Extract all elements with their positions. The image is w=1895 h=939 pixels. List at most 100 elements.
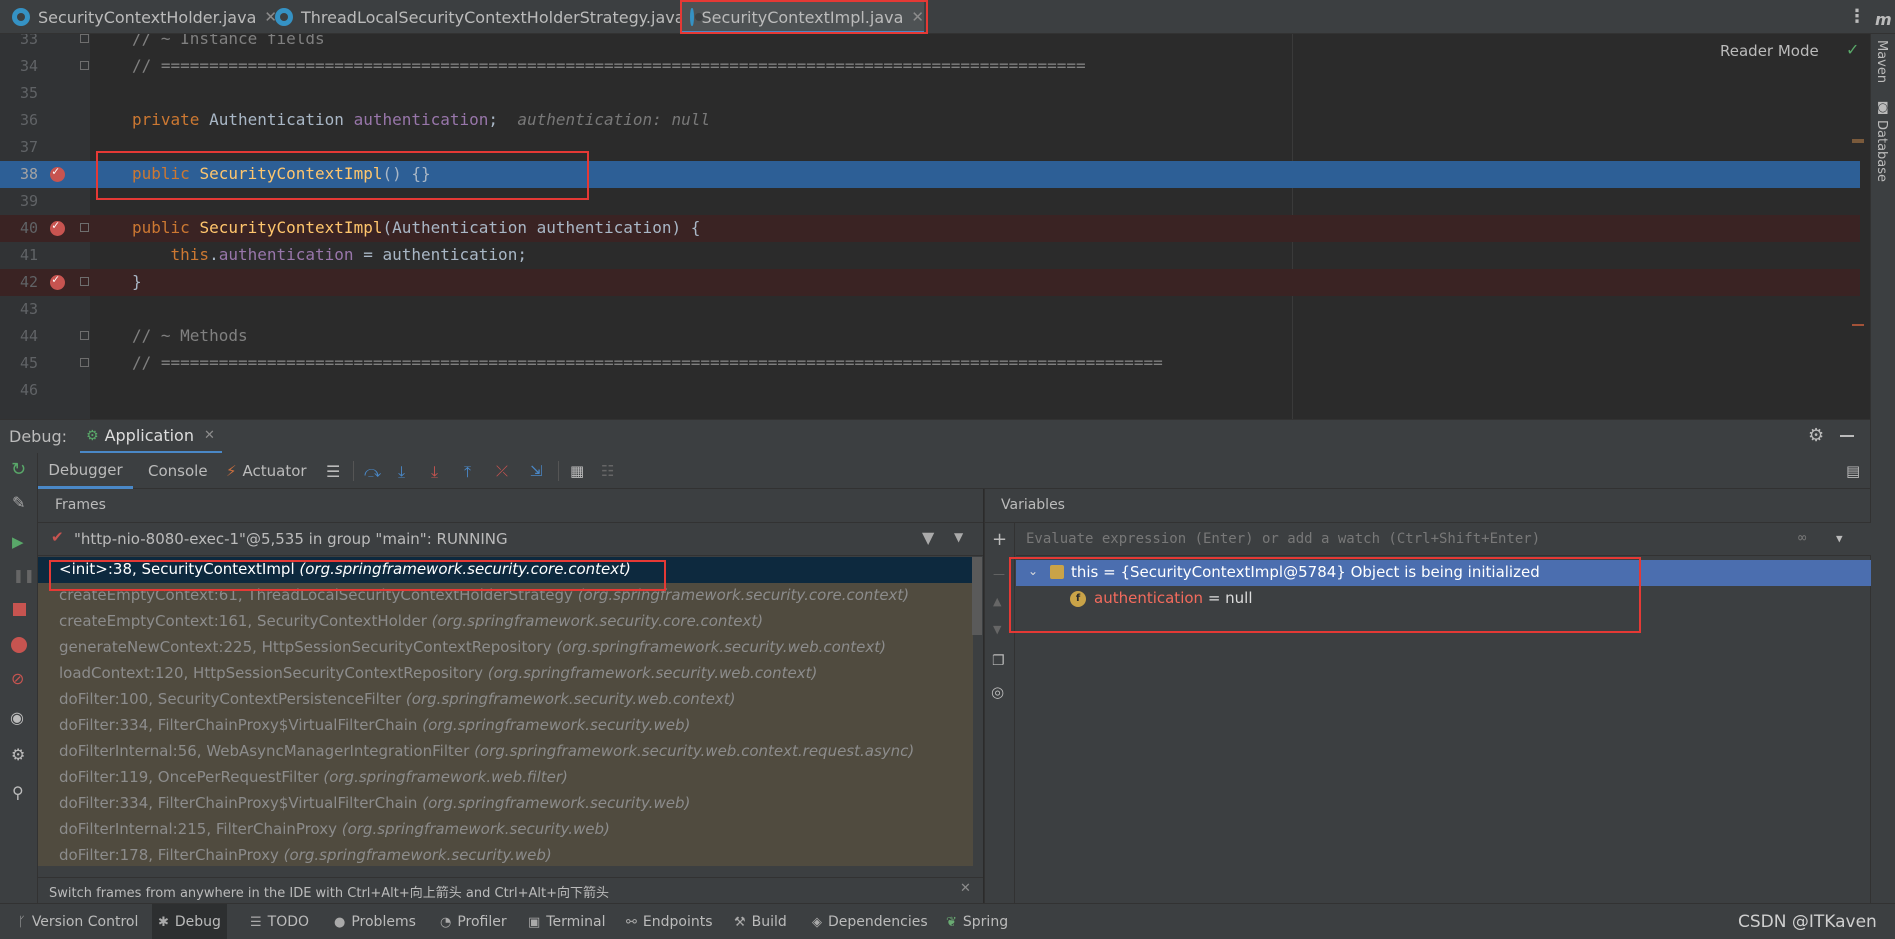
tab-label: SecurityContextHolder.java (38, 7, 257, 27)
watch-eye-icon[interactable]: ◎ (991, 683, 1004, 701)
frame-package: (org.springframework.security.web) (422, 716, 691, 734)
view-breakpoints-icon[interactable] (11, 637, 27, 653)
settings-gear-icon[interactable]: ⚙ (1808, 425, 1824, 446)
chevron-down-icon[interactable]: ▼ (1836, 532, 1843, 545)
inspection-ok-icon[interactable]: ✓ (1846, 40, 1859, 59)
breakpoint-icon[interactable] (50, 218, 65, 236)
modify-config-icon[interactable]: ✎ (12, 493, 25, 512)
tab-debugger[interactable]: Debugger (38, 453, 133, 489)
frame-row[interactable]: doFilter:178, FilterChainProxy (org.spri… (38, 843, 973, 866)
pin-icon[interactable]: ⚲ (12, 783, 24, 802)
minimize-icon[interactable] (1840, 435, 1854, 437)
chevron-down-icon[interactable]: ▼ (954, 530, 963, 544)
line-number: 36 (19, 111, 38, 129)
dependencies-button[interactable]: ◈ Dependencies (812, 904, 928, 939)
camera-icon[interactable]: ◉ (10, 708, 24, 727)
breakpoint-line: 40 public SecurityContextImpl(Authentica… (0, 215, 1860, 242)
step-over-icon[interactable]: ⤼ (364, 462, 382, 481)
thread-status-icon: ✔ (51, 528, 64, 546)
debug-button[interactable]: ✱ Debug (152, 904, 227, 939)
pause-icon[interactable]: ❚❚ (13, 569, 35, 584)
branch-icon: ᚴ (18, 914, 26, 930)
fold-icon[interactable] (80, 34, 89, 43)
more-options-icon[interactable]: ⋮ (1848, 6, 1866, 27)
infinity-icon[interactable]: ∞ (1798, 530, 1806, 546)
move-up-icon[interactable]: ▲ (993, 595, 1001, 608)
frame-row[interactable]: doFilter:334, FilterChainProxy$VirtualFi… (38, 713, 973, 739)
tab-actuator[interactable]: ⚡ Actuator (226, 453, 307, 489)
drop-frame-icon[interactable]: ⤫ (496, 462, 514, 480)
run-to-cursor-icon[interactable]: ⇲ (530, 462, 548, 480)
code-line: 34 // ==================================… (0, 53, 1860, 80)
restore-layout-icon[interactable]: ▤ (1846, 462, 1864, 480)
spring-button[interactable]: ❦ Spring (946, 904, 1008, 939)
reader-mode-toggle[interactable]: Reader Mode (1720, 42, 1819, 60)
copy-icon[interactable]: ❐ (992, 653, 1005, 669)
todo-button[interactable]: ☰ TODO (250, 904, 309, 939)
tab-security-context-holder[interactable]: SecurityContextHolder.java ✕ (2, 0, 277, 34)
breakpoint-line: 42 } (0, 269, 1860, 296)
version-control-button[interactable]: ᚴ Version Control (18, 904, 138, 939)
button-label: Terminal (546, 914, 606, 930)
database-tool-button[interactable]: Database (1874, 120, 1889, 182)
frame-row[interactable]: doFilter:100, SecurityContextPersistence… (38, 687, 973, 713)
build-button[interactable]: ⚒ Build (734, 904, 787, 939)
frame-row[interactable]: loadContext:120, HttpSessionSecurityCont… (38, 661, 973, 687)
move-down-icon[interactable]: ▼ (993, 623, 1001, 636)
frame-row[interactable]: doFilter:119, OncePerRequestFilter (org.… (38, 765, 973, 791)
frames-panel: Frames ✔ "http-nio-8080-exec-1"@5,535 in… (38, 489, 983, 903)
minus-icon[interactable]: — (993, 567, 1005, 581)
code-keyword: this (170, 245, 210, 264)
thread-selector[interactable]: ✔ "http-nio-8080-exec-1"@5,535 in group … (38, 523, 983, 556)
frame-row[interactable]: doFilterInternal:56, WebAsyncManagerInte… (38, 739, 973, 765)
tab-threadlocal-strategy[interactable]: ThreadLocalSecurityContextHolderStrategy… (265, 0, 705, 34)
endpoints-button[interactable]: ⚯ Endpoints (626, 904, 713, 939)
frames-scrollbar[interactable] (972, 557, 982, 635)
rerun-icon[interactable]: ↻ (11, 459, 26, 480)
code-editor[interactable]: 33 // ~ Instance fields 34 // ==========… (0, 34, 1870, 419)
stop-icon[interactable] (13, 603, 26, 616)
line-number: 38 (19, 165, 38, 183)
resume-icon[interactable]: ▶ (12, 533, 24, 551)
fold-icon[interactable] (80, 223, 89, 232)
evaluate-expression-input[interactable]: Evaluate expression (Enter) or add a wat… (1016, 523, 1871, 556)
breakpoint-icon[interactable] (50, 164, 65, 182)
tab-debug-application[interactable]: ⚙ Application ✕ (80, 420, 222, 454)
line-number: 43 (19, 300, 38, 318)
force-step-into-icon[interactable]: ⤓ (431, 462, 449, 481)
evaluate-expression-icon[interactable]: ▦ (570, 462, 588, 480)
maven-tool-button[interactable]: Maven (1874, 40, 1889, 83)
breakpoint-icon[interactable] (50, 272, 65, 290)
fold-icon[interactable] (80, 61, 89, 70)
highlight-box (49, 560, 666, 591)
mute-breakpoints-icon[interactable]: ⊘ (11, 669, 24, 688)
tab-console[interactable]: Console (148, 453, 208, 489)
step-into-icon[interactable]: ⤓ (398, 462, 416, 481)
close-icon[interactable]: ✕ (204, 428, 215, 443)
tab-label: ThreadLocalSecurityContextHolderStrategy… (301, 7, 685, 27)
filter-icon[interactable]: ▼ (922, 528, 934, 547)
problems-button[interactable]: ● Problems (334, 904, 416, 939)
close-icon[interactable]: ✕ (960, 881, 971, 896)
frame-row[interactable]: doFilterInternal:215, FilterChainProxy (… (38, 817, 973, 843)
fold-icon[interactable] (80, 331, 89, 340)
fold-icon[interactable] (80, 277, 89, 286)
button-label: TODO (267, 914, 310, 930)
trace-stream-icon[interactable]: ☷ (601, 462, 619, 480)
debug-tool-header: Debug: ⚙ Application ✕ ⚙ (0, 419, 1870, 454)
frame-row[interactable]: generateNewContext:225, HttpSessionSecur… (38, 635, 973, 661)
code-text: ; (488, 110, 499, 129)
add-watch-icon[interactable]: + (992, 529, 1007, 550)
code-field: authentication (218, 245, 354, 264)
profiler-button[interactable]: ◔ Profiler (440, 904, 507, 939)
frame-row[interactable]: doFilter:334, FilterChainProxy$VirtualFi… (38, 791, 973, 817)
fold-icon[interactable] (80, 358, 89, 367)
frame-row[interactable]: createEmptyContext:161, SecurityContextH… (38, 609, 973, 635)
layout-menu-icon[interactable]: ☰ (326, 462, 344, 481)
step-out-icon[interactable]: ⤒ (464, 462, 482, 481)
settings-icon[interactable]: ⚙ (11, 745, 25, 764)
line-number: 35 (19, 84, 38, 102)
line-number: 44 (19, 327, 38, 345)
terminal-button[interactable]: ▣ Terminal (528, 904, 605, 939)
maven-icon[interactable]: m (1875, 10, 1892, 29)
